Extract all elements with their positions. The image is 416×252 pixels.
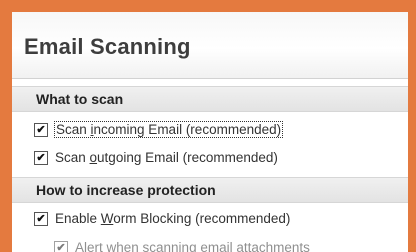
section-what-to-scan: What to scan (12, 86, 408, 112)
checkmark-icon: ✔ (36, 152, 46, 164)
email-scanning-panel: Email Scanning What to scan ✔ Scan incom… (12, 12, 408, 252)
scan-incoming-option[interactable]: ✔ Scan incoming Email (recommended) (12, 120, 408, 142)
alert-attachments-label[interactable]: Alert when scanning email attachments (75, 240, 310, 252)
section-label: What to scan (36, 91, 124, 107)
scan-outgoing-label[interactable]: Scan outgoing Email (recommended) (55, 150, 278, 165)
checkmark-icon: ✔ (56, 242, 66, 252)
worm-blocking-checkbox[interactable]: ✔ (34, 212, 48, 226)
checkmark-icon: ✔ (36, 124, 46, 136)
page-title: Email Scanning (24, 34, 191, 59)
scan-outgoing-checkbox[interactable]: ✔ (34, 151, 48, 165)
panel-header: Email Scanning (12, 12, 408, 79)
alert-attachments-option[interactable]: ✔ Alert when scanning email attachments (12, 238, 408, 252)
worm-blocking-option[interactable]: ✔ Enable Worm Blocking (recommended) (12, 209, 408, 231)
section-increase-protection: How to increase protection (12, 177, 408, 203)
alert-attachments-checkbox[interactable]: ✔ (54, 241, 68, 252)
checkmark-icon: ✔ (36, 213, 46, 225)
scan-outgoing-option[interactable]: ✔ Scan outgoing Email (recommended) (12, 148, 408, 170)
scan-incoming-checkbox[interactable]: ✔ (34, 123, 48, 137)
worm-blocking-label[interactable]: Enable Worm Blocking (recommended) (55, 211, 290, 226)
section-label: How to increase protection (36, 182, 216, 198)
scan-incoming-label[interactable]: Scan incoming Email (recommended) (53, 121, 284, 138)
